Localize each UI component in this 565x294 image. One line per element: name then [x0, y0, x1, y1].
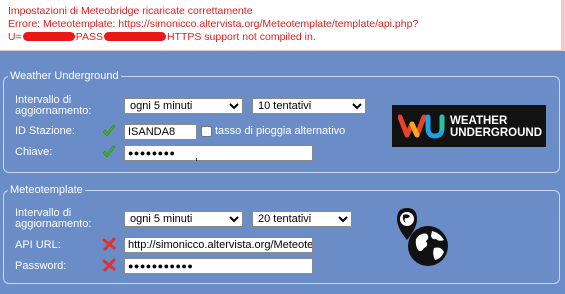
mt-api-label: API URL:: [15, 239, 61, 251]
alert-user-prefix: U=: [8, 31, 22, 43]
alt-rain-checkbox[interactable]: [201, 126, 212, 137]
wu-logo-line2: UNDERGROUND: [450, 127, 542, 139]
wu-station-input[interactable]: ISANDA8: [124, 124, 197, 140]
globe-icon: [397, 208, 448, 266]
wu-interval-label-2: aggiornamento:: [15, 105, 92, 117]
wu-logo-icon: [398, 114, 445, 139]
alt-rain-label: tasso di pioggia alternativo: [215, 125, 346, 137]
cross-icon: [102, 258, 116, 272]
status-alert: Impostazioni di Meteobridge ricaricate c…: [0, 0, 565, 51]
alert-error-detail: U= PASS HTTPS support not compiled in.: [8, 31, 557, 44]
wu-station-label: ID Stazione:: [15, 125, 75, 137]
wu-retries-select[interactable]: 10 tentativi: [252, 98, 366, 114]
redaction-scribble: [22, 31, 75, 41]
weather-underground-logo: WEATHER UNDERGROUND: [392, 105, 546, 147]
mt-interval-label-2: aggiornamento:: [15, 218, 92, 230]
cross-icon: [102, 237, 116, 251]
alert-scroll-edge: [561, 0, 565, 51]
wu-logo-text: WEATHER UNDERGROUND: [450, 115, 542, 139]
weather-underground-legend: Weather Underground: [10, 70, 119, 82]
wu-logo-line1: WEATHER: [450, 115, 508, 127]
mt-api-url-input[interactable]: http://simonicco.altervista.org/Meteote: [124, 237, 313, 253]
mt-retries-select[interactable]: 20 tentativi: [252, 211, 352, 227]
redaction-scribble: [103, 31, 166, 41]
alert-https-error: HTTPS support not compiled in.: [166, 31, 316, 43]
alert-success-text: Impostazioni di Meteobridge ricaricate c…: [8, 5, 253, 17]
mt-password-input[interactable]: ●●●●●●●●●●●: [124, 258, 313, 274]
wu-key-input[interactable]: ●●●●●●●●: [124, 145, 313, 161]
check-icon: [102, 145, 116, 158]
text-caret: [196, 158, 197, 161]
mt-password-label: Password:: [15, 260, 67, 272]
alert-error-text: Errore: Meteotemplate: https://simonicco…: [8, 18, 419, 30]
wu-interval-select[interactable]: ogni 5 minuti: [124, 98, 243, 114]
meteotemplate-legend: Meteotemplate: [10, 184, 83, 196]
alert-pass-label: PASS: [75, 31, 103, 43]
wu-key-label: Chiave:: [15, 146, 53, 158]
check-icon: [102, 124, 116, 137]
mt-interval-select[interactable]: ogni 5 minuti: [124, 211, 243, 227]
